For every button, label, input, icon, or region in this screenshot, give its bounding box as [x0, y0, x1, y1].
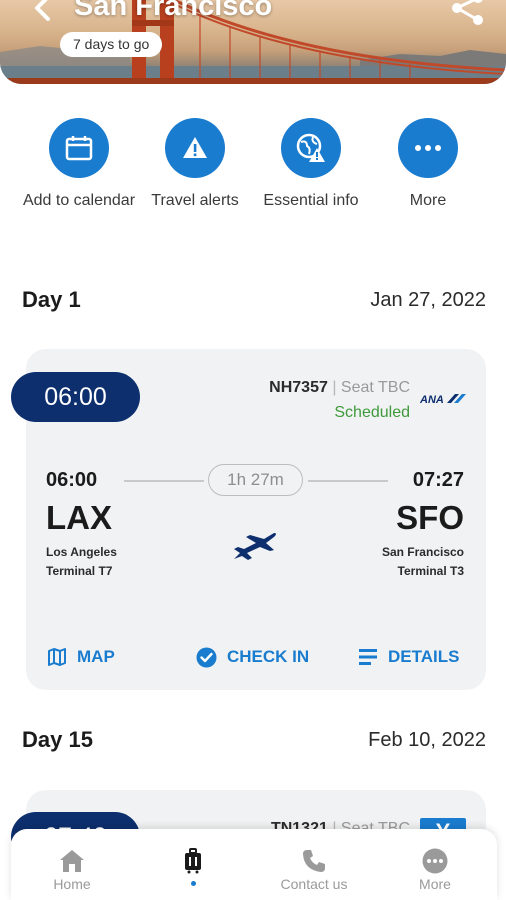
map-icon — [48, 648, 66, 666]
flight-separator: | — [332, 379, 337, 396]
nav-home[interactable]: Home — [17, 847, 127, 892]
days-to-go-badge: 7 days to go — [60, 32, 163, 57]
action-label: More — [409, 192, 447, 209]
phone-icon — [303, 850, 325, 872]
details-button-label: DETAILS — [388, 647, 460, 666]
flight-status: Scheduled — [334, 404, 410, 421]
nav-contact-us[interactable]: Contact us — [259, 847, 369, 892]
nav-trips[interactable] — [138, 847, 248, 886]
nav-label: Contact us — [280, 876, 348, 892]
ana-logo-text: ANA — [420, 394, 444, 406]
home-icon — [60, 850, 84, 872]
calendar-icon — [65, 136, 93, 161]
flight-info: NH7357 | Seat TBC — [269, 379, 410, 397]
day-date: Jan 27, 2022 — [370, 289, 486, 311]
arrival-terminal: Terminal T3 — [397, 564, 464, 578]
destination-header: San Francisco 7 days to go — [0, 0, 506, 84]
check-in-button-label: CHECK IN — [227, 647, 310, 666]
departure-terminal: Terminal T7 — [46, 564, 113, 578]
day-date: Feb 10, 2022 — [368, 729, 486, 751]
airplane-icon — [234, 533, 276, 560]
luggage-icon — [185, 848, 201, 874]
nav-label: More — [419, 876, 451, 892]
nav-label: Home — [53, 876, 91, 892]
bottom-navigation: Home Contact us More — [11, 829, 497, 900]
check-circle-icon — [196, 647, 217, 667]
more-dots-icon — [415, 145, 441, 151]
details-list-icon — [359, 649, 377, 665]
flight-card[interactable]: 06:00 NH7357 | Seat TBC Scheduled ANA 06… — [11, 349, 486, 690]
action-label: Travel alerts — [151, 192, 239, 209]
flight-duration: 1h 27m — [208, 464, 303, 496]
back-arrow-icon[interactable] — [30, 0, 56, 24]
route-line — [308, 480, 388, 482]
more-actions-button[interactable]: More — [370, 118, 486, 211]
share-icon[interactable] — [448, 0, 486, 26]
check-in-button[interactable]: CHECK IN — [196, 645, 309, 669]
alert-icon — [183, 137, 207, 158]
seat-info: Seat TBC — [340, 379, 410, 396]
day-label: Day 1 — [22, 287, 81, 312]
travel-alerts-button[interactable]: Travel alerts — [137, 118, 253, 211]
departure-time-pill: 06:00 — [11, 372, 140, 422]
arrival-time: 07:27 — [412, 469, 464, 491]
essential-info-button[interactable]: Essential info — [253, 118, 369, 211]
departure-city: Los Angeles — [46, 545, 117, 559]
departure-airport-code: LAX — [46, 499, 112, 536]
action-label: Add to calendar — [22, 192, 136, 209]
map-button-label: MAP — [77, 647, 115, 666]
action-label: Essential info — [263, 192, 359, 209]
nav-more[interactable]: More — [380, 847, 490, 892]
route-line — [124, 480, 204, 482]
arrival-city: San Francisco — [381, 545, 464, 559]
day-label: Day 15 — [22, 727, 93, 752]
day-header: Day 1 Jan 27, 2022 — [22, 287, 486, 317]
active-indicator — [190, 881, 196, 886]
quick-actions: Add to calendar Travel alerts Essential … — [0, 118, 506, 238]
flight-number: NH7357 — [269, 379, 328, 396]
destination-title: San Francisco — [74, 0, 273, 22]
arrival-airport-code: SFO — [396, 499, 464, 536]
ana-logo: ANA — [420, 394, 466, 406]
departure-time: 06:00 — [46, 469, 98, 491]
more-dots-icon — [422, 848, 448, 874]
details-button[interactable]: DETAILS — [358, 645, 459, 669]
add-to-calendar-button[interactable]: Add to calendar — [21, 118, 137, 211]
globe-info-icon — [296, 133, 325, 162]
day-header: Day 15 Feb 10, 2022 — [22, 727, 486, 757]
map-button[interactable]: MAP — [47, 645, 115, 669]
